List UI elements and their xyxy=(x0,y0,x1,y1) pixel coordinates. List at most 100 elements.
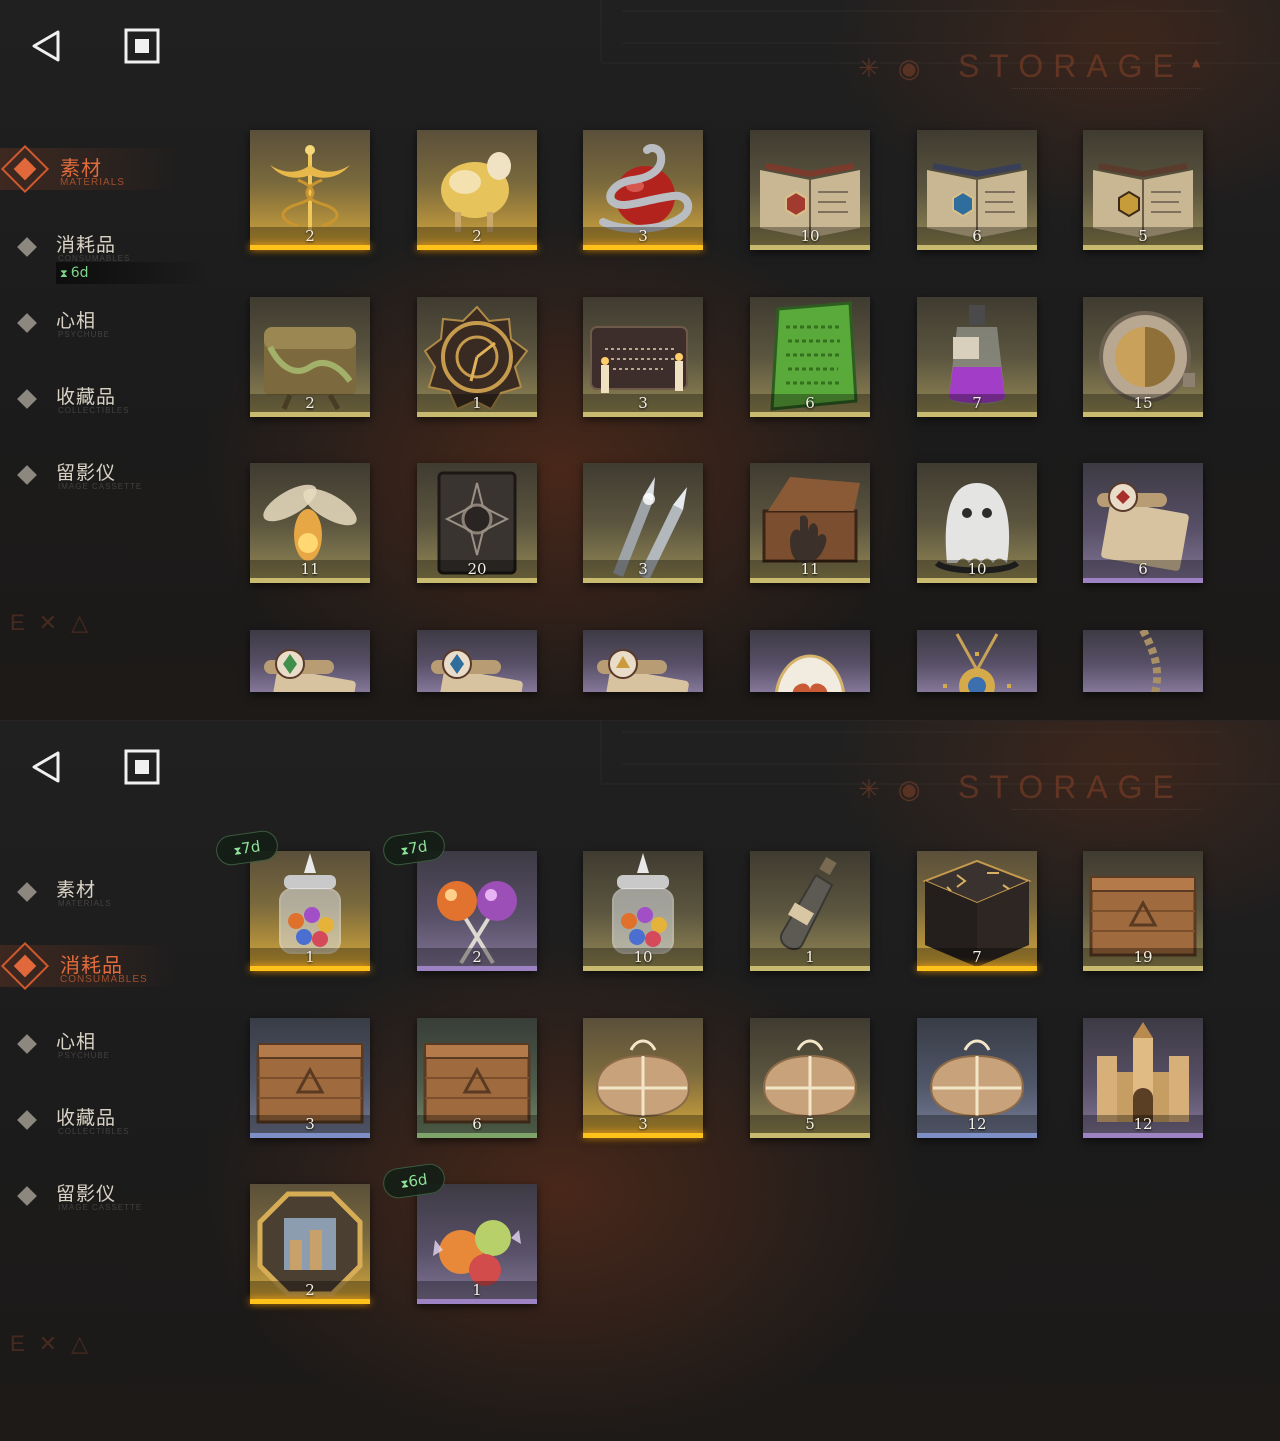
nav-psychube[interactable]: 心相 PSYCHUBE xyxy=(0,298,220,358)
item-quantity: 6 xyxy=(472,1115,482,1133)
inventory-item[interactable]: 6 xyxy=(917,130,1037,250)
nav-sublabel: MATERIALS xyxy=(58,899,112,908)
inventory-item[interactable]: 3 xyxy=(583,130,703,250)
item-quantity: 7 xyxy=(972,948,982,966)
timer-text: 6d xyxy=(70,265,89,281)
inventory-item[interactable]: 3 xyxy=(250,1018,370,1138)
nav-sublabel: IMAGE CASSETTE xyxy=(58,482,143,491)
rarity-bar xyxy=(750,245,870,250)
nav-image-cassette[interactable]: 留影仪 IMAGE CASSETTE xyxy=(0,1171,220,1231)
inventory-item[interactable]: 7 xyxy=(917,297,1037,417)
item-quantity: 5 xyxy=(1138,227,1148,245)
inventory-item[interactable] xyxy=(750,630,870,692)
rarity-bar xyxy=(583,966,703,971)
item-quantity: 6 xyxy=(805,394,815,412)
inventory-item[interactable]: 2 xyxy=(250,1184,370,1304)
item-quantity: 2 xyxy=(305,1281,315,1299)
nav-sublabel: COLLECTIBLES xyxy=(58,1127,130,1136)
nav-consumables[interactable]: 消耗品 CONSUMABLES xyxy=(0,941,220,1003)
inventory-item[interactable]: 1 xyxy=(750,851,870,971)
nav-collectibles[interactable]: 收藏品 COLLECTIBLES xyxy=(0,374,220,434)
item-quantity: 2 xyxy=(305,394,315,412)
inventory-item[interactable]: 6 xyxy=(417,1018,537,1138)
inventory-item[interactable]: 15 xyxy=(1083,297,1203,417)
nav-sublabel: PSYCHUBE xyxy=(58,1051,111,1060)
inventory-item[interactable]: 1 ⧗6d xyxy=(381,1161,537,1304)
scroll-blue-icon xyxy=(431,649,523,692)
nav-image-cassette[interactable]: 留影仪 IMAGE CASSETTE xyxy=(0,450,220,510)
rarity-bar xyxy=(750,412,870,417)
rarity-bar xyxy=(583,1133,703,1138)
storage-divider xyxy=(1012,88,1202,95)
rarity-bar xyxy=(583,578,703,583)
item-quantity: 20 xyxy=(467,560,487,578)
inventory-item[interactable] xyxy=(583,630,703,692)
rarity-bar xyxy=(917,412,1037,417)
diamond-icon xyxy=(17,313,37,333)
storage-emblem-icon: ✳ ◉ xyxy=(858,775,921,805)
rarity-bar xyxy=(250,1133,370,1138)
storage-panel-materials: ✳ ◉ STORAGE ▲ E✕△ 素材 MATERIALS 消耗品 CONSUM… xyxy=(0,0,1280,720)
item-quantity: 11 xyxy=(800,560,820,578)
inventory-item[interactable]: 7 xyxy=(917,851,1037,971)
nav-label: 心相 xyxy=(56,310,97,332)
inventory-item[interactable] xyxy=(250,630,370,692)
scroll-green-icon xyxy=(264,649,356,692)
inventory-item[interactable]: 2 xyxy=(250,130,370,250)
inventory-item[interactable]: 11 xyxy=(750,463,870,583)
inventory-item[interactable]: 10 xyxy=(917,463,1037,583)
rarity-bar xyxy=(250,578,370,583)
inventory-item[interactable]: 2 xyxy=(250,297,370,417)
inventory-item[interactable] xyxy=(1083,630,1203,692)
rarity-bar xyxy=(750,1133,870,1138)
inventory-item[interactable]: 2 xyxy=(417,130,537,250)
item-quantity: 3 xyxy=(638,394,648,412)
inventory-item[interactable] xyxy=(417,630,537,692)
nav-sublabel: CONSUMABLES xyxy=(60,974,148,985)
expiry-text: 6d xyxy=(407,1170,429,1191)
rarity-bar xyxy=(917,1133,1037,1138)
triangle-mark-icon: ▲ xyxy=(1192,56,1201,69)
inventory-item[interactable]: 3 xyxy=(583,1018,703,1138)
diamond-icon xyxy=(17,389,37,409)
rarity-bar xyxy=(250,245,370,250)
inventory-item[interactable] xyxy=(917,630,1037,692)
inventory-item[interactable]: 10 xyxy=(750,130,870,250)
rarity-bar xyxy=(417,966,537,971)
inventory-item[interactable]: 10 xyxy=(583,851,703,971)
inventory-item[interactable]: 12 xyxy=(1083,1018,1203,1138)
item-quantity: 7 xyxy=(972,394,982,412)
nav-collectibles[interactable]: 收藏品 COLLECTIBLES xyxy=(0,1095,220,1155)
item-quantity: 1 xyxy=(305,948,315,966)
item-quantity: 3 xyxy=(638,560,648,578)
rarity-bar xyxy=(1083,966,1203,971)
diamond-icon xyxy=(17,882,37,902)
nav-materials[interactable]: 素材 MATERIALS xyxy=(0,144,220,206)
inventory-item[interactable]: 2 ⧗7d xyxy=(381,828,537,971)
hourglass-icon: ⧗ xyxy=(60,267,68,280)
inventory-item[interactable]: 5 xyxy=(750,1018,870,1138)
inventory-item[interactable]: 3 xyxy=(583,463,703,583)
item-quantity: 5 xyxy=(805,1115,815,1133)
inventory-item[interactable]: 6 xyxy=(750,297,870,417)
rarity-bar xyxy=(750,578,870,583)
inventory-item[interactable]: 1 ⧗7d xyxy=(214,828,370,971)
inventory-item[interactable]: 19 xyxy=(1083,851,1203,971)
inventory-item[interactable]: 3 xyxy=(583,297,703,417)
nav-psychube[interactable]: 心相 PSYCHUBE xyxy=(0,1019,220,1079)
item-quantity: 6 xyxy=(1138,560,1148,578)
inventory-item[interactable]: 20 xyxy=(417,463,537,583)
item-quantity: 2 xyxy=(472,227,482,245)
inventory-item[interactable]: 6 xyxy=(1083,463,1203,583)
expiry-text: 7d xyxy=(240,837,262,858)
category-sidebar: 素材 MATERIALS 消耗品 CONSUMABLES ⧗ 6d 心相 PSYC… xyxy=(0,0,230,720)
item-quantity: 1 xyxy=(472,1281,482,1299)
inventory-item[interactable]: 12 xyxy=(917,1018,1037,1138)
item-quantity: 11 xyxy=(300,560,320,578)
rarity-bar xyxy=(250,966,370,971)
inventory-item[interactable]: 1 xyxy=(417,297,537,417)
item-quantity: 10 xyxy=(967,560,987,578)
inventory-item[interactable]: 5 xyxy=(1083,130,1203,250)
inventory-item[interactable]: 11 xyxy=(250,463,370,583)
nav-materials[interactable]: 素材 MATERIALS xyxy=(0,867,220,927)
